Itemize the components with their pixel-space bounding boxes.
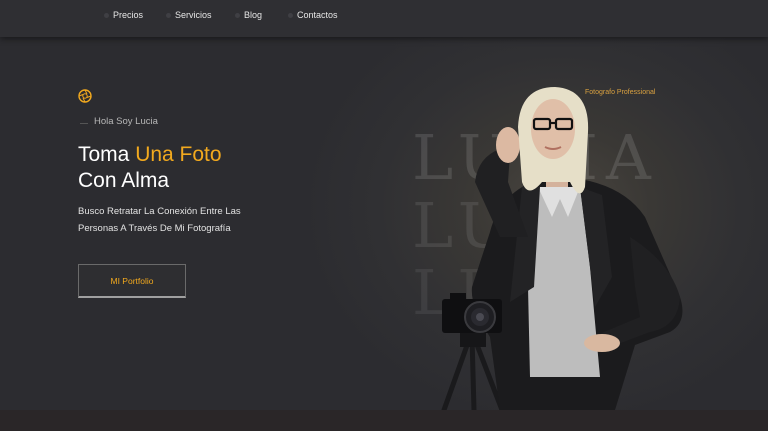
nav-bullet-icon [104, 12, 109, 18]
nav-bullet-icon [166, 12, 171, 18]
photographer-portrait-image [441, 87, 683, 410]
nav-item-label: Precios [113, 10, 144, 20]
nav-item-label: Blog [244, 10, 263, 20]
nav-item-precios[interactable]: Precios [104, 8, 143, 22]
nav-item-label: Contactos [297, 10, 338, 20]
nav-item-blog[interactable]: Blog [235, 8, 262, 22]
nav-item-contactos[interactable]: Contactos [288, 8, 338, 22]
aperture-icon [78, 89, 92, 103]
hero-title: Toma Una Foto Con Alma [78, 142, 222, 194]
top-navigation: Precios Servicios Blog Contactos [0, 0, 768, 37]
kicker-divider [80, 123, 88, 124]
hero-section: LUCIA LUCIA LUCIA Hola Soy Lucia Toma Un… [0, 37, 768, 410]
hero-description: Busco Retratar La Conexión Entre Las Per… [78, 206, 241, 234]
portfolio-button[interactable]: MI Portfolio [78, 264, 186, 298]
hero-title-plain: Toma [78, 143, 136, 166]
hero-kicker: Hola Soy Lucia [94, 116, 158, 127]
nav-bullet-icon [235, 12, 240, 18]
hero-title-line2: Con Alma [78, 169, 170, 192]
nav-item-label: Servicios [175, 10, 212, 20]
bottom-strip [0, 410, 768, 431]
hero-title-accent: Una Foto [135, 143, 222, 166]
nav-item-servicios[interactable]: Servicios [166, 8, 212, 22]
nav-bullet-icon [288, 12, 293, 18]
